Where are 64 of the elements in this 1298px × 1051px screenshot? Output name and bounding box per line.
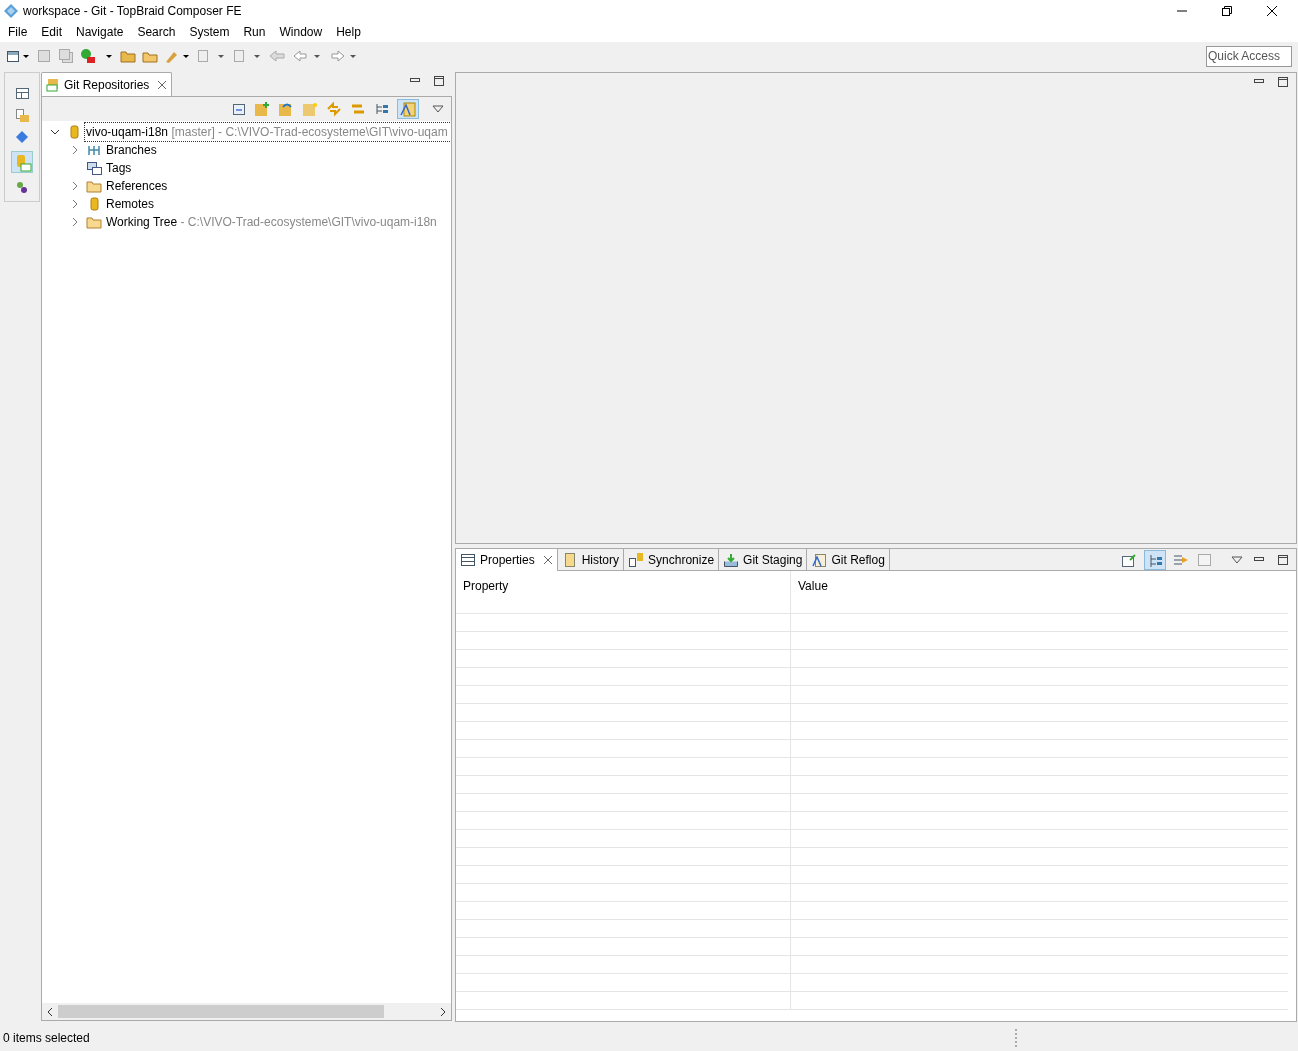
tree-item[interactable]: Branches [105,141,451,159]
collapsed-caret-icon[interactable] [70,145,80,155]
categories-icon[interactable] [1144,549,1166,570]
collapse-all-icon[interactable] [231,101,247,117]
menu-item[interactable]: Search [130,23,183,41]
tree-layout-icon[interactable] [373,101,391,117]
tree-item[interactable]: References [105,177,451,195]
restore-icon[interactable] [1221,5,1233,17]
open-folder-icon[interactable] [120,48,136,64]
collapsed-caret-icon[interactable] [70,217,80,227]
tree-item[interactable]: Working Tree - C:\VIVO-Trad-ecosysteme\GIT\vivo-uqam-i18n [105,213,451,231]
save-icon[interactable] [36,48,52,64]
menu-item[interactable]: Window [272,23,330,41]
add-repository-icon[interactable] [253,101,271,117]
sync-arrows-icon[interactable] [325,101,343,117]
menu-item[interactable]: Edit [34,23,70,41]
status-text: 0 items selected [3,1029,90,1047]
synchronize-icon [628,551,645,568]
app-logo-icon [3,3,19,19]
maximize-icon[interactable] [434,76,444,86]
layout-icon[interactable] [14,85,30,101]
window-title: workspace - Git - TopBraid Composer FE [23,3,242,20]
back-arrow-icon[interactable] [292,48,322,64]
horizontal-scrollbar[interactable] [42,1003,451,1020]
tree-item[interactable]: vivo-uqam-i18n [master] - C:\VIVO-Trad-ecosysteme\GIT\vivo-uqam [85,123,451,141]
pin-icon[interactable] [1120,551,1138,568]
folder-icon [86,178,102,194]
scrollbar-thumb[interactable] [58,1005,384,1018]
reflog-icon [811,551,828,568]
maximize-icon[interactable] [1278,77,1288,87]
close-icon[interactable] [1266,5,1278,17]
menu-item[interactable]: Help [329,23,368,41]
forward-arrow-icon[interactable] [328,48,358,64]
people-icon[interactable] [14,179,30,195]
menu-item[interactable]: Run [236,23,273,41]
collapsed-caret-icon[interactable] [70,181,80,191]
view-tab[interactable]: Properties [456,549,558,571]
git-repository-icon [46,77,60,92]
link-editor-icon[interactable] [397,99,419,119]
column-header[interactable]: Value [791,571,1288,613]
tree-item[interactable]: Remotes [105,195,451,213]
table-icon [460,552,476,568]
menu-item[interactable]: System [182,23,237,41]
scroll-left-icon[interactable] [46,1006,54,1017]
diamond-icon[interactable] [14,129,30,145]
tags-icon [86,160,102,176]
column-header[interactable]: Property [456,571,791,613]
scroll-right-icon[interactable] [439,1006,447,1017]
save-all-icon[interactable] [58,48,74,64]
menu-item[interactable]: File [1,23,35,41]
tree-item[interactable]: Tags [105,159,451,177]
git-repository-icon[interactable] [11,151,33,173]
clone-repository-icon[interactable] [277,101,295,117]
run-icon[interactable] [80,48,114,64]
expanded-caret-icon[interactable] [50,127,60,137]
menu-item[interactable]: Navigate [69,23,131,41]
collapsed-caret-icon[interactable] [70,199,80,209]
folder-icon [86,214,102,230]
maximize-icon[interactable] [1278,554,1288,565]
quick-access-field[interactable]: Quick Access [1206,45,1292,67]
new-window-icon[interactable] [4,48,30,64]
git-repositories-tab[interactable]: Git Repositories [41,72,173,96]
documents-icon[interactable] [14,107,30,123]
staging-icon [723,551,740,568]
